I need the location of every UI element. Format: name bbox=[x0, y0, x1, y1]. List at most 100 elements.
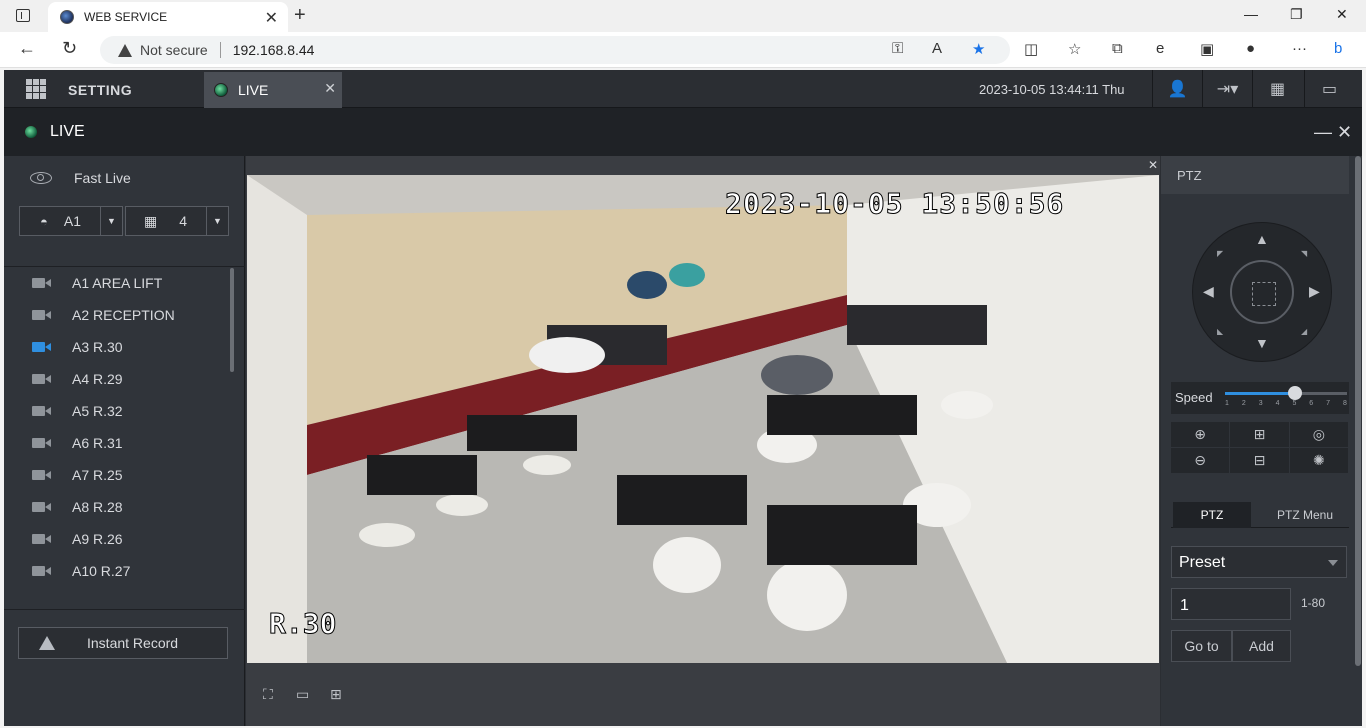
close-video-icon[interactable]: ✕ bbox=[1148, 158, 1158, 172]
ptz-panel: PTZ ▲ ▼ ◀ ▶ ◤ ◥ ◣ ◢ Speed 12345678 ⊕ ⊞ ◎… bbox=[1161, 156, 1362, 726]
new-tab-icon[interactable]: + bbox=[294, 4, 306, 27]
camera-list-item[interactable]: A7 R.25 bbox=[4, 459, 245, 491]
favorites-icon[interactable]: ☆ bbox=[1068, 40, 1081, 58]
tab-ptz-menu[interactable]: PTZ Menu bbox=[1261, 502, 1349, 528]
focus-near-icon[interactable]: ⊞ bbox=[1230, 422, 1290, 448]
minimize-window-icon[interactable]: — bbox=[1244, 6, 1258, 22]
camera-label: A8 R.28 bbox=[72, 499, 123, 515]
ptz-direction-pad[interactable]: ▲ ▼ ◀ ▶ ◤ ◥ ◣ ◢ bbox=[1192, 222, 1332, 362]
add-preset-button[interactable]: Add bbox=[1232, 630, 1291, 662]
url-separator bbox=[219, 42, 221, 58]
fullscreen-icon[interactable]: ⛶ bbox=[263, 686, 273, 703]
camera-label: A10 R.27 bbox=[72, 563, 131, 579]
camera-list: A1 AREA LIFT A2 RECEPTION A3 R.30 A4 R.29 A5… bbox=[4, 266, 245, 602]
split-screen-icon[interactable]: ◫ bbox=[1024, 40, 1038, 58]
browser-essentials-icon[interactable]: ▣ bbox=[1200, 40, 1214, 58]
speed-slider-fill bbox=[1225, 392, 1295, 395]
ptz-up-icon[interactable]: ▲ bbox=[1255, 231, 1269, 247]
main-menu-grid-icon[interactable] bbox=[26, 79, 46, 99]
camera-video-feed[interactable]: 2023-10-05 13:50:56 R.30 bbox=[247, 175, 1159, 663]
ie-mode-icon[interactable]: e bbox=[1156, 40, 1164, 57]
live-tab-close-icon[interactable]: ✕ bbox=[324, 80, 336, 97]
speed-tick: 7 bbox=[1326, 400, 1331, 407]
camera-list-item[interactable]: A1 AREA LIFT bbox=[4, 267, 245, 299]
camera-list-item[interactable]: A2 RECEPTION bbox=[4, 299, 245, 331]
layout-select[interactable]: ▦ 4 ▼ bbox=[125, 206, 229, 236]
camera-list-item[interactable]: A9 R.26 bbox=[4, 523, 245, 555]
copilot-icon[interactable]: b bbox=[1334, 40, 1342, 57]
chevron-down-icon[interactable]: ▼ bbox=[100, 207, 122, 235]
ptz-down-left-icon[interactable]: ◣ bbox=[1217, 327, 1223, 336]
live-title-bar: LIVE — ✕ bbox=[4, 108, 1362, 156]
nvr-web-app: SETTING LIVE ✕ 2023-10-05 13:44:11 Thu 👤… bbox=[4, 70, 1362, 726]
back-arrow-icon[interactable]: ← bbox=[18, 38, 36, 59]
ptz-panel-scrollbar[interactable] bbox=[1355, 156, 1361, 666]
ptz-down-icon[interactable]: ▼ bbox=[1255, 335, 1269, 351]
qr-code-icon[interactable]: ▦ bbox=[1252, 70, 1302, 108]
preset-number-input[interactable]: 1 bbox=[1171, 588, 1291, 620]
camera-list-item[interactable]: A3 R.30 bbox=[4, 331, 245, 363]
url-field[interactable]: Not secure 192.168.8.44 bbox=[100, 36, 1010, 64]
iris-close-icon[interactable]: ✺ bbox=[1289, 448, 1349, 474]
ptz-up-left-icon[interactable]: ◤ bbox=[1217, 249, 1223, 258]
camera-list-item[interactable]: A8 R.28 bbox=[4, 491, 245, 523]
restore-window-icon[interactable]: ❐ bbox=[1290, 6, 1303, 23]
minimize-panel-icon[interactable]: — bbox=[1314, 122, 1332, 143]
favorite-star-icon[interactable]: ★ bbox=[972, 40, 985, 58]
fast-live-toggle[interactable]: Fast Live bbox=[30, 170, 131, 186]
tab-ptz[interactable]: PTZ bbox=[1173, 502, 1251, 528]
close-window-icon[interactable]: ✕ bbox=[1336, 6, 1348, 23]
speed-tick: 3 bbox=[1258, 400, 1263, 407]
live-tab[interactable]: LIVE ✕ bbox=[204, 72, 342, 108]
instant-record-button[interactable]: Instant Record bbox=[18, 627, 228, 659]
speed-slider-handle[interactable] bbox=[1287, 386, 1302, 400]
quad-view-icon[interactable]: ⊞ bbox=[330, 686, 342, 703]
close-panel-icon[interactable]: ✕ bbox=[1337, 122, 1352, 143]
zoom-out-icon[interactable]: ⊖ bbox=[1171, 448, 1231, 474]
chevron-down-icon[interactable]: ▼ bbox=[206, 207, 228, 235]
setting-menu-label[interactable]: SETTING bbox=[68, 82, 132, 98]
camera-label: A3 R.30 bbox=[72, 339, 123, 355]
osd-channel-name: R.30 bbox=[268, 607, 337, 641]
camera-list-item[interactable]: A5 R.32 bbox=[4, 395, 245, 427]
tab-actions-icon[interactable] bbox=[16, 9, 30, 22]
ptz-lens-controls: ⊕ ⊞ ◎ ⊖ ⊟ ✺ bbox=[1171, 422, 1349, 474]
camera-list-item[interactable]: A4 R.29 bbox=[4, 363, 245, 395]
camera-list-item[interactable]: A6 R.31 bbox=[4, 427, 245, 459]
not-secure-label[interactable]: Not secure bbox=[140, 42, 208, 58]
camera-label: A1 AREA LIFT bbox=[72, 275, 163, 291]
ptz-up-right-icon[interactable]: ◥ bbox=[1301, 249, 1307, 258]
logout-icon[interactable]: ⇥▾ bbox=[1202, 70, 1252, 108]
ptz-right-icon[interactable]: ▶ bbox=[1309, 283, 1320, 300]
camera-list-scrollbar[interactable] bbox=[230, 268, 234, 372]
more-menu-icon[interactable]: ··· bbox=[1292, 40, 1307, 57]
profile-avatar-icon[interactable]: ● bbox=[1246, 40, 1255, 57]
speed-tick: 4 bbox=[1275, 400, 1280, 407]
camera-list-item[interactable]: A10 R.27 bbox=[4, 555, 245, 587]
monitor-icon[interactable]: ▭ bbox=[1304, 70, 1354, 108]
camera-label: A4 R.29 bbox=[72, 371, 123, 387]
preset-range-label: 1-80 bbox=[1301, 596, 1326, 610]
speed-slider[interactable] bbox=[1225, 386, 1347, 400]
camera-icon bbox=[32, 533, 52, 545]
user-icon[interactable]: 👤 bbox=[1152, 70, 1202, 108]
single-view-icon[interactable]: ▭ bbox=[296, 686, 309, 703]
refresh-icon[interactable]: ↻ bbox=[62, 38, 77, 59]
key-icon[interactable]: ⚿ bbox=[892, 40, 903, 57]
collections-icon[interactable]: ⧉ bbox=[1112, 40, 1123, 57]
ptz-left-icon[interactable]: ◀ bbox=[1203, 283, 1214, 300]
browser-tab-web-service[interactable]: WEB SERVICE ✕ bbox=[48, 2, 288, 32]
ptz-down-right-icon[interactable]: ◢ bbox=[1301, 327, 1307, 336]
close-tab-icon[interactable]: ✕ bbox=[265, 8, 278, 28]
url-text[interactable]: 192.168.8.44 bbox=[233, 42, 315, 58]
zoom-in-icon[interactable]: ⊕ bbox=[1171, 422, 1231, 448]
preset-select-value: Preset bbox=[1179, 554, 1226, 571]
focus-far-icon[interactable]: ⊟ bbox=[1230, 448, 1290, 474]
speed-tick: 8 bbox=[1343, 400, 1347, 407]
goto-preset-button[interactable]: Go to bbox=[1171, 630, 1232, 662]
area-select[interactable]: ◓ A1 ▼ bbox=[19, 206, 123, 236]
iris-open-icon[interactable]: ◎ bbox=[1289, 422, 1349, 448]
read-aloud-icon[interactable]: A bbox=[932, 40, 942, 57]
preset-select[interactable]: Preset bbox=[1171, 546, 1347, 578]
ptz-center-zoom[interactable] bbox=[1230, 260, 1294, 324]
